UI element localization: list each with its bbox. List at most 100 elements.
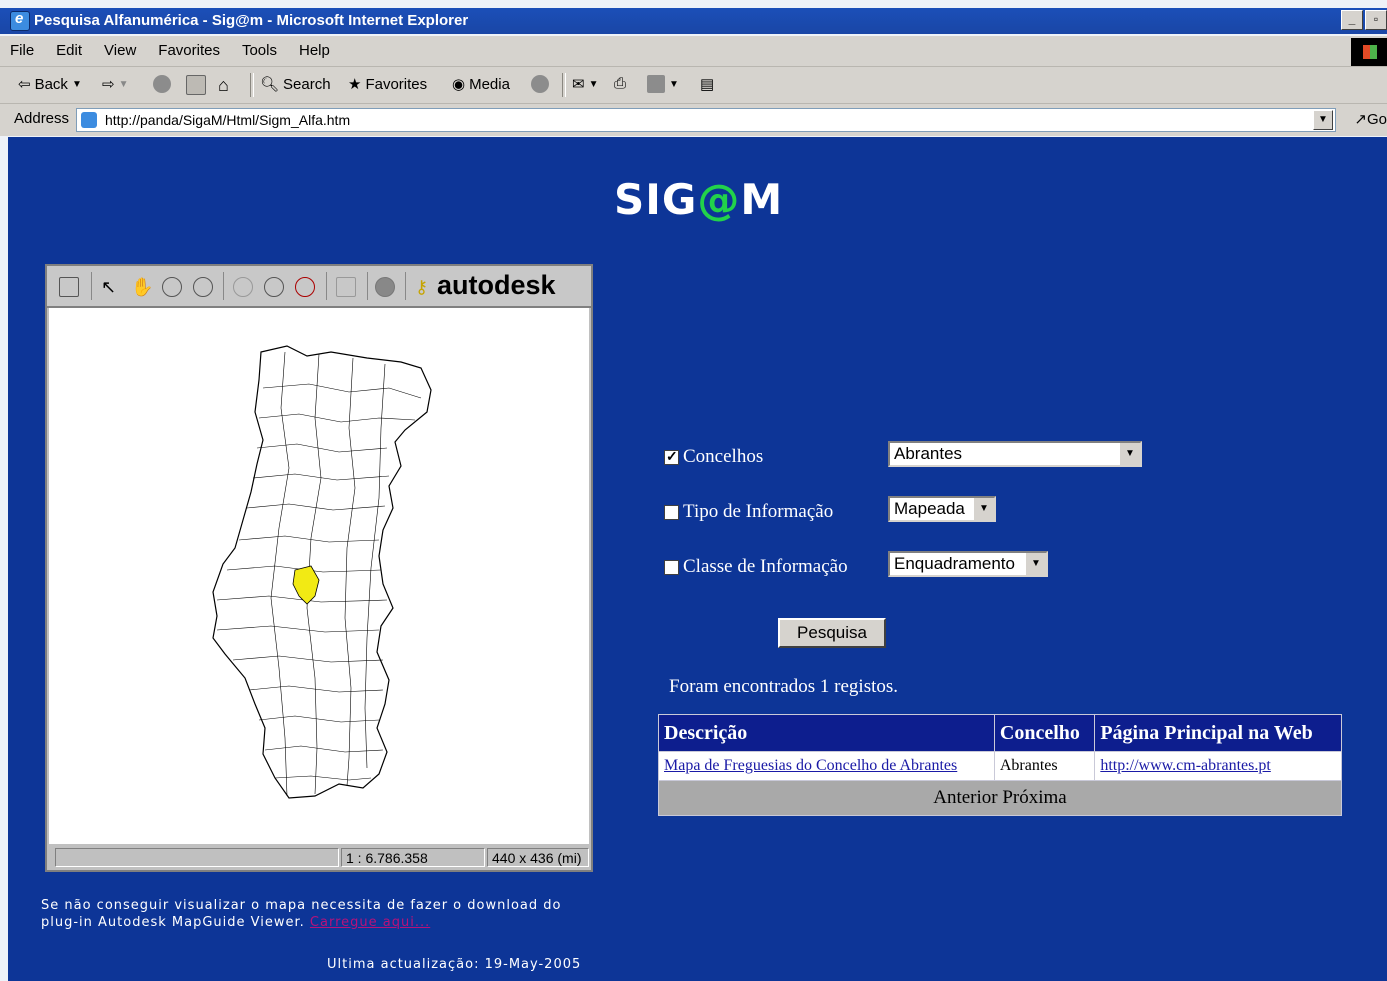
address-label: Address bbox=[14, 110, 70, 127]
copy-icon[interactable] bbox=[59, 277, 79, 297]
results-count: Foram encontrados 1 registos. bbox=[669, 676, 899, 697]
tipo-checkbox[interactable] bbox=[664, 504, 679, 520]
search-icon: 🔍︎ bbox=[260, 76, 280, 93]
chevron-down-icon: ▼ bbox=[71, 78, 82, 90]
sigam-logo: SIG@M bbox=[614, 175, 784, 224]
page-icon bbox=[81, 112, 97, 128]
history-button[interactable] bbox=[531, 75, 549, 93]
history-icon bbox=[531, 75, 549, 93]
report-icon[interactable] bbox=[336, 277, 356, 297]
address-url: http://panda/SigaM/Html/Sigm_Alfa.htm bbox=[105, 112, 351, 128]
windows-logo-icon bbox=[1351, 38, 1387, 66]
home-icon: ⌂ bbox=[218, 75, 229, 95]
window-title: Pesquisa Alfanumérica - Sig@m - Microsof… bbox=[34, 12, 469, 29]
minimize-button[interactable]: _ bbox=[1341, 10, 1363, 30]
menu-view[interactable]: View bbox=[104, 42, 136, 59]
address-input[interactable]: http://panda/SigaM/Html/Sigm_Alfa.htm ▼ bbox=[76, 108, 1336, 132]
page-content: SIG@M ↖ ✋ ⚷ autodesk 1: 6.786.358 440 x… bbox=[8, 137, 1387, 981]
next-link[interactable]: Próxima bbox=[1002, 787, 1066, 808]
table-row: Mapa de Freguesias do Concelho de Abrant… bbox=[658, 751, 1342, 781]
classe-checkbox[interactable] bbox=[664, 559, 679, 575]
map-size: 440 x 436 (mi) bbox=[487, 848, 589, 867]
autodesk-logo: autodesk bbox=[437, 270, 556, 300]
select-arrow-icon[interactable]: ↖ bbox=[101, 277, 119, 297]
stop-circle-icon[interactable] bbox=[375, 277, 395, 297]
concelhos-label: Concelhos bbox=[683, 446, 764, 467]
web-link[interactable]: http://www.cm-abrantes.pt bbox=[1100, 757, 1270, 774]
tipo-row: Tipo de Informação bbox=[664, 501, 833, 523]
zoom-out-icon[interactable] bbox=[193, 277, 213, 297]
zoom-extent-icon[interactable] bbox=[295, 277, 315, 297]
window-titlebar: Pesquisa Alfanumérica - Sig@m - Microsof… bbox=[0, 8, 1387, 34]
previous-link[interactable]: Anterior bbox=[933, 787, 997, 808]
ie-icon bbox=[10, 10, 30, 31]
refresh-icon bbox=[186, 75, 206, 95]
zoom-in-icon[interactable] bbox=[162, 277, 182, 297]
mail-icon: ✉ bbox=[572, 76, 585, 93]
concelhos-row: Concelhos bbox=[664, 446, 763, 468]
concelhos-select[interactable]: Abrantes ▼ bbox=[888, 441, 1142, 467]
header-descricao: Descrição bbox=[658, 714, 995, 752]
menu-bar: File Edit View Favorites Tools Help bbox=[0, 36, 1387, 67]
forward-arrow-icon: ⇨ bbox=[102, 76, 115, 93]
chevron-down-icon: ▼ bbox=[973, 498, 994, 520]
portugal-map bbox=[212, 345, 432, 799]
edit-button[interactable]: ▼ bbox=[647, 75, 679, 93]
edit-icon bbox=[647, 75, 665, 93]
go-button[interactable]: ↗Go bbox=[1354, 110, 1387, 128]
map-statusbar: 1 : 6.786.358 440 x 436 (mi) bbox=[47, 846, 591, 870]
menu-favorites[interactable]: Favorites bbox=[158, 42, 220, 59]
chevron-down-icon: ▼ bbox=[588, 78, 599, 90]
menu-edit[interactable]: Edit bbox=[56, 42, 82, 59]
classe-row: Classe de Informação bbox=[664, 556, 848, 578]
discuss-button[interactable]: ▤ bbox=[700, 75, 714, 93]
browser-toolbar: ⇦ Back ▼ ⇨ ▼ ⌂ 🔍︎ Search ★ Favorites ◉ M… bbox=[0, 67, 1387, 104]
print-icon: ⎙ bbox=[614, 75, 627, 92]
map-viewer: ↖ ✋ ⚷ autodesk 1: 6.786.358 440 x 436 (… bbox=[45, 264, 593, 872]
discuss-icon: ▤ bbox=[700, 76, 715, 93]
print-button[interactable]: ⎙ bbox=[614, 75, 626, 92]
mail-button[interactable]: ✉ ▼ bbox=[572, 75, 598, 93]
stop-icon bbox=[153, 75, 171, 93]
zoom-previous-icon[interactable] bbox=[233, 277, 253, 297]
pan-hand-icon[interactable]: ✋ bbox=[131, 277, 153, 297]
refresh-button[interactable] bbox=[186, 75, 206, 95]
plugin-note: Se não conseguir visualizar o mapa neces… bbox=[41, 898, 562, 930]
map-scale: 1 : 6.786.358 bbox=[341, 848, 485, 867]
classe-select[interactable]: Enquadramento ▼ bbox=[888, 551, 1048, 577]
map-canvas[interactable] bbox=[49, 308, 589, 844]
menu-help[interactable]: Help bbox=[299, 42, 330, 59]
back-arrow-icon: ⇦ bbox=[18, 76, 31, 93]
favorites-icon: ★ bbox=[348, 76, 362, 93]
header-pagina-web: Página Principal na Web bbox=[1094, 714, 1342, 752]
media-button[interactable]: ◉ Media bbox=[452, 75, 510, 94]
plugin-download-link[interactable]: Carregue aqui... bbox=[310, 915, 430, 930]
forward-button[interactable]: ⇨ ▼ bbox=[102, 75, 128, 93]
go-arrow-icon: ↗ bbox=[1354, 111, 1367, 128]
address-bar: Address http://panda/SigaM/Html/Sigm_Alf… bbox=[0, 104, 1387, 136]
menu-file[interactable]: File bbox=[10, 42, 34, 59]
map-toolbar: ↖ ✋ ⚷ autodesk bbox=[47, 266, 591, 308]
favorites-button[interactable]: ★ Favorites bbox=[348, 75, 427, 94]
stop-button[interactable] bbox=[153, 75, 171, 93]
zoom-width-icon[interactable] bbox=[264, 277, 284, 297]
tipo-label: Tipo de Informação bbox=[683, 501, 834, 522]
concelhos-checkbox[interactable] bbox=[664, 448, 679, 465]
header-concelho: Concelho bbox=[993, 714, 1096, 752]
address-dropdown-button[interactable]: ▼ bbox=[1313, 110, 1333, 130]
results-table: Descrição Concelho Página Principal na W… bbox=[658, 714, 1342, 816]
concelho-cell: Abrantes bbox=[993, 751, 1096, 781]
menu-tools[interactable]: Tools bbox=[242, 42, 277, 59]
tipo-select[interactable]: Mapeada ▼ bbox=[888, 496, 996, 522]
descricao-link[interactable]: Mapa de Freguesias do Concelho de Abrant… bbox=[664, 757, 957, 774]
chevron-down-icon: ▼ bbox=[669, 78, 679, 90]
results-header-row: Descrição Concelho Página Principal na W… bbox=[658, 714, 1342, 752]
chevron-down-icon: ▼ bbox=[118, 78, 129, 90]
home-button[interactable]: ⌂ bbox=[218, 75, 229, 96]
search-button[interactable]: 🔍︎ Search bbox=[260, 75, 331, 94]
pesquisa-button[interactable]: Pesquisa bbox=[778, 618, 886, 648]
maximize-button[interactable]: ▫ bbox=[1365, 10, 1387, 30]
last-updated: Ultima actualização: 19-May-2005 bbox=[327, 957, 582, 972]
classe-label: Classe de Informação bbox=[683, 556, 848, 577]
back-button[interactable]: ⇦ Back ▼ bbox=[18, 75, 82, 94]
